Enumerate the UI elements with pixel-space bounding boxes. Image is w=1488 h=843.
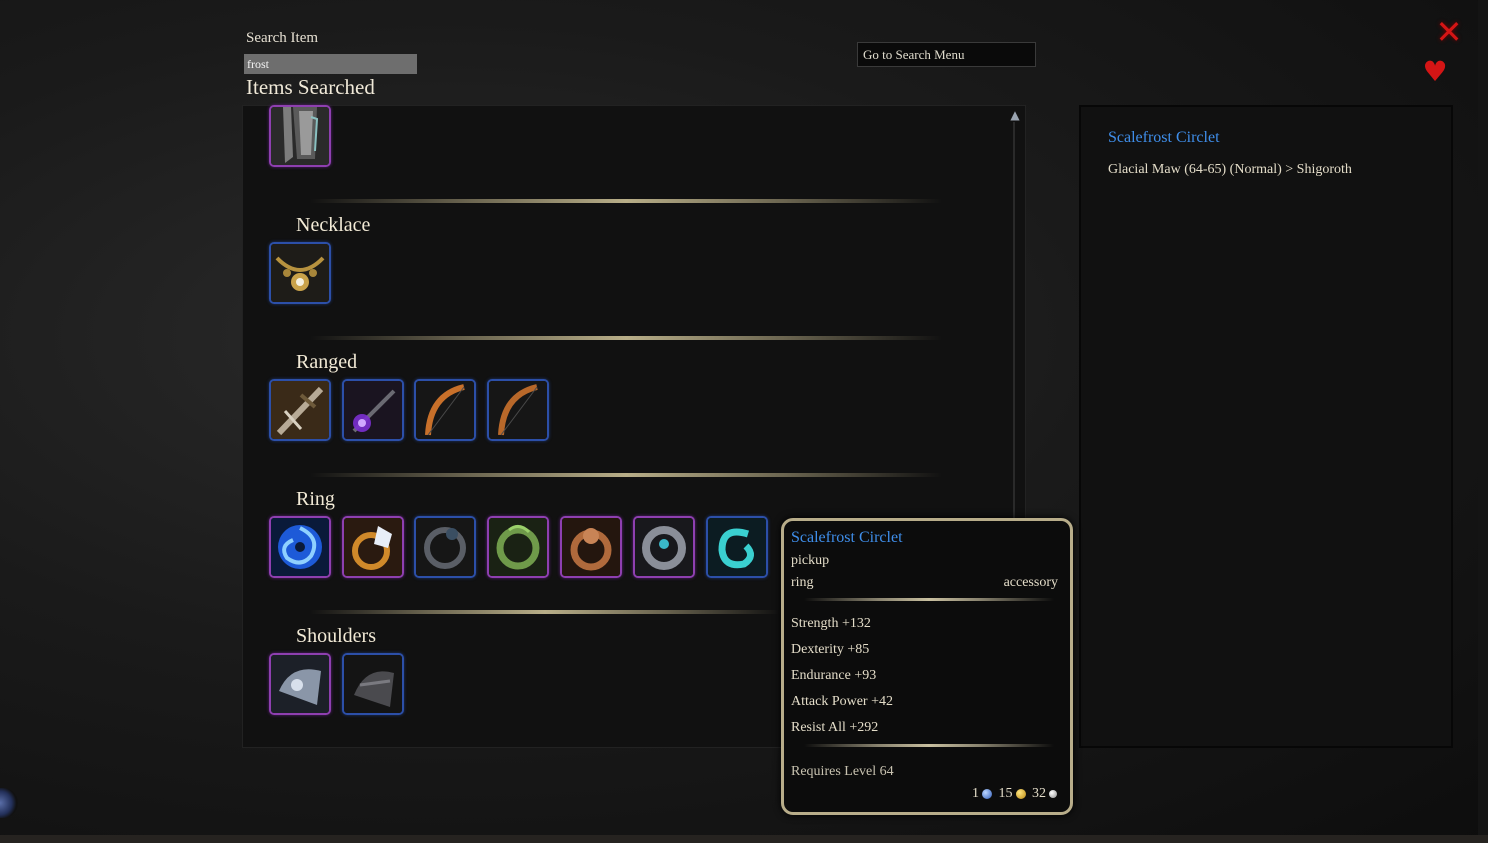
tooltip-slot: ring — [791, 575, 814, 590]
bottom-edge-strip — [0, 835, 1488, 843]
item-slot-ranged-2[interactable] — [342, 379, 404, 441]
item-slot-ranged-3[interactable] — [414, 379, 476, 441]
bow-icon — [489, 381, 547, 439]
leg-armor-icon — [271, 107, 329, 165]
scroll-up-arrow-icon[interactable]: ▲ — [1008, 108, 1022, 122]
ring-vortex-icon — [271, 518, 329, 576]
item-slot-ring-1[interactable] — [269, 516, 331, 578]
detail-item-name[interactable]: Scalefrost Circlet — [1108, 129, 1220, 147]
category-title-ring: Ring — [296, 488, 335, 510]
tooltip-price: 1 15 32 — [972, 786, 1060, 802]
results-title: Items Searched — [246, 75, 375, 99]
shoulder-dark-icon — [344, 655, 402, 713]
gold-coin-icon — [1015, 788, 1026, 799]
item-slot-leg-armor[interactable] — [269, 105, 331, 167]
ring-cyan-icon — [708, 518, 766, 576]
item-slot-ring-4[interactable] — [487, 516, 549, 578]
heart-icon[interactable]: ♥ — [1421, 58, 1449, 86]
section-divider — [310, 199, 942, 203]
item-slot-ranged-4[interactable] — [487, 379, 549, 441]
tooltip-stat: Attack Power +42 — [791, 694, 893, 709]
item-slot-ring-5[interactable] — [560, 516, 622, 578]
necklace-icon — [271, 244, 329, 302]
item-slot-shoulders-1[interactable] — [269, 653, 331, 715]
detail-item-location: Glacial Maw (64-65) (Normal) > Shigoroth — [1108, 162, 1352, 177]
tooltip-stat: Dexterity +85 — [791, 642, 870, 657]
category-title-necklace: Necklace — [296, 214, 371, 236]
shoulder-silver-icon — [271, 655, 329, 713]
item-slot-necklace[interactable] — [269, 242, 331, 304]
right-edge-strip — [1478, 0, 1488, 843]
tooltip-item-type: accessory — [1003, 575, 1058, 590]
search-label: Search Item — [246, 30, 319, 46]
tooltip-stat: Strength +132 — [791, 616, 871, 631]
price-silver: 32 — [1032, 786, 1046, 801]
price-platinum: 1 — [972, 786, 979, 801]
ring-bronze-icon — [562, 518, 620, 576]
section-divider — [310, 473, 942, 477]
tooltip-stat: Resist All +292 — [791, 720, 879, 735]
section-divider — [310, 610, 780, 614]
platinum-coin-icon — [982, 788, 992, 799]
tooltip-stat: Endurance +93 — [791, 668, 877, 683]
item-slot-ring-6[interactable] — [633, 516, 695, 578]
category-title-shoulders: Shoulders — [296, 625, 376, 647]
category-title-ranged: Ranged — [296, 351, 358, 373]
item-slot-shoulders-2[interactable] — [342, 653, 404, 715]
ring-gem-gold-icon — [344, 518, 402, 576]
tooltip-requirement: Requires Level 64 — [791, 764, 894, 779]
item-slot-ranged-1[interactable] — [269, 379, 331, 441]
item-slot-ring-2[interactable] — [342, 516, 404, 578]
staff-purple-icon — [344, 381, 402, 439]
bow-icon — [416, 381, 474, 439]
tooltip-divider — [804, 744, 1054, 747]
go-to-search-menu-button[interactable]: Go to Search Menu — [857, 42, 1036, 67]
minimap-edge-icon[interactable] — [0, 788, 18, 818]
ring-steel-icon — [635, 518, 693, 576]
crossbow-icon — [271, 381, 329, 439]
close-x-icon[interactable]: ✕ — [1434, 16, 1464, 48]
detail-panel — [1079, 105, 1453, 748]
search-input[interactable] — [244, 54, 417, 74]
item-slot-ring-3[interactable] — [414, 516, 476, 578]
section-divider — [310, 336, 942, 340]
silver-coin-icon — [1049, 789, 1057, 798]
price-gold: 15 — [998, 786, 1013, 801]
item-slot-ring-7[interactable] — [706, 516, 768, 578]
item-tooltip: Scalefrost Circlet pickup ring accessory… — [781, 518, 1073, 815]
tooltip-divider — [804, 598, 1054, 601]
ring-dark-icon — [416, 518, 474, 576]
tooltip-item-name: Scalefrost Circlet — [791, 529, 903, 546]
tooltip-bind-type: pickup — [791, 553, 830, 568]
ring-vine-icon — [489, 518, 547, 576]
